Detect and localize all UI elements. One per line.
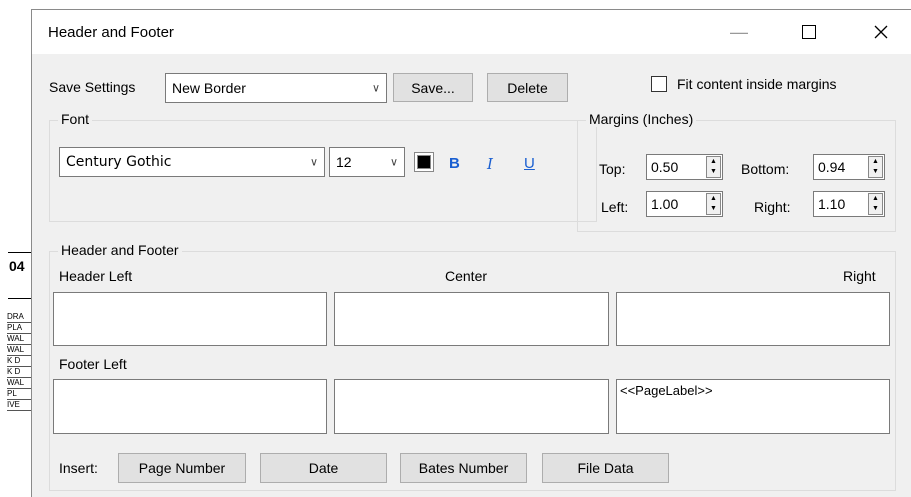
font-family-dropdown[interactable]: Century Gothic ∨	[59, 147, 325, 177]
insert-date-button[interactable]: Date	[260, 453, 387, 483]
font-color-swatch[interactable]	[417, 155, 431, 169]
minimize-button[interactable]: —	[716, 10, 762, 54]
top-margin-spinner[interactable]: 0.50 ▲ ▼	[646, 154, 723, 180]
right-margin-value: 1.10	[818, 196, 846, 212]
insert-file-data-button[interactable]: File Data	[542, 453, 669, 483]
background-rule	[8, 252, 31, 253]
background-text: PLA	[7, 323, 31, 334]
delete-button[interactable]: Delete	[487, 73, 568, 102]
maximize-button[interactable]	[786, 10, 832, 54]
background-text: WAL	[7, 345, 31, 356]
close-icon	[874, 25, 888, 39]
fit-content-label: Fit content inside margins	[677, 76, 837, 92]
background-text: K D	[7, 367, 31, 378]
bottom-margin-value: 0.94	[818, 159, 846, 175]
background-document: 04 DRA PLA WAL WAL K D K D WAL PL IVE	[0, 0, 31, 497]
window-title: Header and Footer	[48, 24, 174, 41]
margins-group-legend: Margins (Inches)	[586, 111, 697, 127]
chevron-down-icon: ∨	[371, 82, 380, 95]
header-center-field[interactable]	[334, 292, 609, 346]
font-size-value: 12	[336, 154, 352, 170]
save-button[interactable]: Save...	[393, 73, 473, 102]
footer-right-field[interactable]: <<PageLabel>>	[616, 379, 890, 434]
right-label: Right	[843, 268, 876, 284]
left-margin-value: 1.00	[651, 196, 679, 212]
minimize-icon: —	[730, 21, 748, 42]
right-margin-spinner[interactable]: 1.10 ▲ ▼	[813, 191, 885, 217]
header-footer-group-legend: Header and Footer	[58, 242, 182, 258]
save-settings-dropdown[interactable]: New Border ∨	[165, 73, 387, 103]
background-text: WAL	[7, 334, 31, 345]
font-size-dropdown[interactable]: 12 ∨	[329, 147, 405, 177]
footer-left-field[interactable]	[53, 379, 327, 434]
background-text: DRA	[7, 312, 31, 323]
font-group-legend: Font	[58, 111, 93, 127]
spinner-arrows-icon[interactable]: ▲ ▼	[868, 156, 883, 178]
chevron-down-icon: ∨	[389, 156, 398, 169]
background-text: K D	[7, 356, 31, 367]
top-margin-value: 0.50	[651, 159, 679, 175]
left-margin-label: Left:	[601, 199, 629, 215]
header-left-field[interactable]	[53, 292, 327, 346]
bold-button[interactable]: B	[449, 155, 460, 172]
underline-button[interactable]: U	[524, 155, 535, 172]
header-right-field[interactable]	[616, 292, 890, 346]
insert-page-number-button[interactable]: Page Number	[118, 453, 246, 483]
background-text-stack: DRA PLA WAL WAL K D K D WAL PL IVE	[7, 312, 31, 411]
background-text: PL	[7, 389, 31, 400]
right-margin-label: Right:	[754, 199, 791, 215]
bottom-margin-label: Bottom:	[741, 161, 790, 177]
left-margin-spinner[interactable]: 1.00 ▲ ▼	[646, 191, 723, 217]
maximize-icon	[802, 25, 816, 39]
insert-bates-number-button[interactable]: Bates Number	[400, 453, 527, 483]
font-family-value: Century Gothic	[66, 154, 172, 170]
footer-center-field[interactable]	[334, 379, 609, 434]
background-rule	[8, 298, 31, 299]
footer-left-label: Footer Left	[59, 356, 127, 372]
top-margin-label: Top:	[599, 161, 626, 177]
spinner-arrows-icon[interactable]: ▲ ▼	[868, 193, 883, 215]
spinner-arrows-icon[interactable]: ▲ ▼	[706, 156, 721, 178]
background-page-label: 04	[9, 258, 25, 274]
save-settings-value: New Border	[172, 80, 246, 96]
bottom-margin-spinner[interactable]: 0.94 ▲ ▼	[813, 154, 885, 180]
fit-content-checkbox[interactable]	[651, 76, 667, 92]
spinner-arrows-icon[interactable]: ▲ ▼	[706, 193, 721, 215]
chevron-down-icon: ∨	[309, 156, 318, 169]
close-button[interactable]	[858, 10, 904, 54]
save-settings-label: Save Settings	[49, 79, 136, 95]
center-label: Center	[445, 268, 488, 284]
background-text: WAL	[7, 378, 31, 389]
header-left-label: Header Left	[59, 268, 133, 284]
background-text: IVE	[7, 400, 31, 411]
insert-label: Insert:	[59, 460, 98, 476]
header-footer-dialog: Header and Footer — Save Settings New Bo…	[31, 9, 911, 497]
title-bar: Header and Footer —	[32, 10, 911, 54]
italic-button[interactable]: I	[487, 155, 493, 173]
